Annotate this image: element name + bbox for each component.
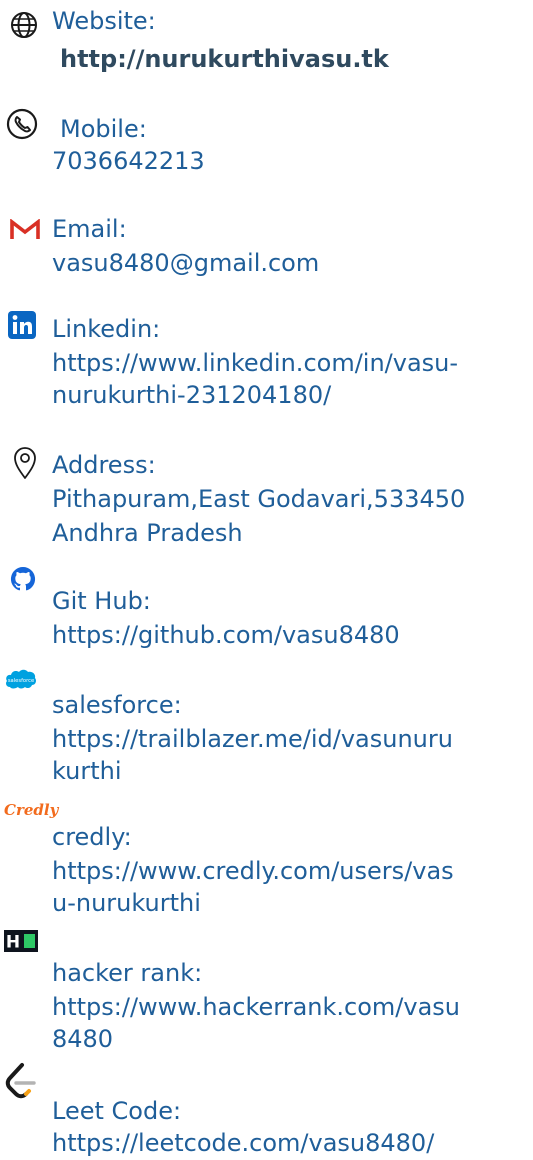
hackerrank-url-line2[interactable]: 8480	[52, 1024, 113, 1054]
salesforce-url-line1[interactable]: https://trailblazer.me/id/vasunuru	[52, 724, 453, 754]
leetcode-url[interactable]: https://leetcode.com/vasu8480/	[52, 1128, 434, 1158]
address-label: Address:	[52, 451, 156, 479]
address-line2: Andhra Pradesh	[52, 519, 243, 547]
hackerrank-url-line1[interactable]: https://www.hackerrank.com/vasu	[52, 992, 460, 1022]
salesforce-icon-text: salesforce	[8, 678, 34, 684]
linkedin-icon	[8, 311, 36, 339]
globe-icon	[11, 12, 37, 38]
salesforce-url-line2[interactable]: kurthi	[52, 756, 122, 786]
github-label: Git Hub:	[52, 587, 151, 615]
location-pin-icon	[14, 447, 36, 479]
linkedin-url-line2[interactable]: nurukurthi-231204180/	[52, 380, 331, 410]
linkedin-url-line1[interactable]: https://www.linkedin.com/in/vasu-	[52, 348, 458, 378]
email-value[interactable]: vasu8480@gmail.com	[52, 248, 319, 278]
credly-label: credly:	[52, 823, 132, 851]
website-link[interactable]: http://nurukurthivasu.tk	[60, 44, 389, 74]
credly-icon: Credly	[4, 801, 59, 819]
hackerrank-icon: H	[4, 930, 38, 952]
address-line1: Pithapuram,East Godavari,533450	[52, 485, 466, 513]
leetcode-label: Leet Code:	[52, 1097, 182, 1125]
email-label: Email:	[52, 215, 127, 243]
hackerrank-label: hacker rank:	[52, 959, 203, 987]
mobile-value[interactable]: 7036642213	[52, 146, 205, 176]
github-url[interactable]: https://github.com/vasu8480	[52, 620, 400, 650]
leetcode-icon	[5, 1063, 36, 1099]
hackerrank-icon-text: H	[6, 933, 20, 953]
website-label: Website:	[52, 7, 156, 35]
mobile-label: Mobile:	[60, 115, 147, 143]
linkedin-label: Linkedin:	[52, 315, 161, 343]
salesforce-label: salesforce:	[52, 691, 182, 719]
credly-url-line1[interactable]: https://www.credly.com/users/vas	[52, 856, 454, 886]
phone-icon	[6, 108, 38, 140]
github-icon	[10, 566, 36, 591]
salesforce-icon: salesforce	[6, 669, 36, 689]
credly-url-line2[interactable]: u-nurukurthi	[52, 888, 201, 918]
gmail-icon	[10, 219, 40, 239]
